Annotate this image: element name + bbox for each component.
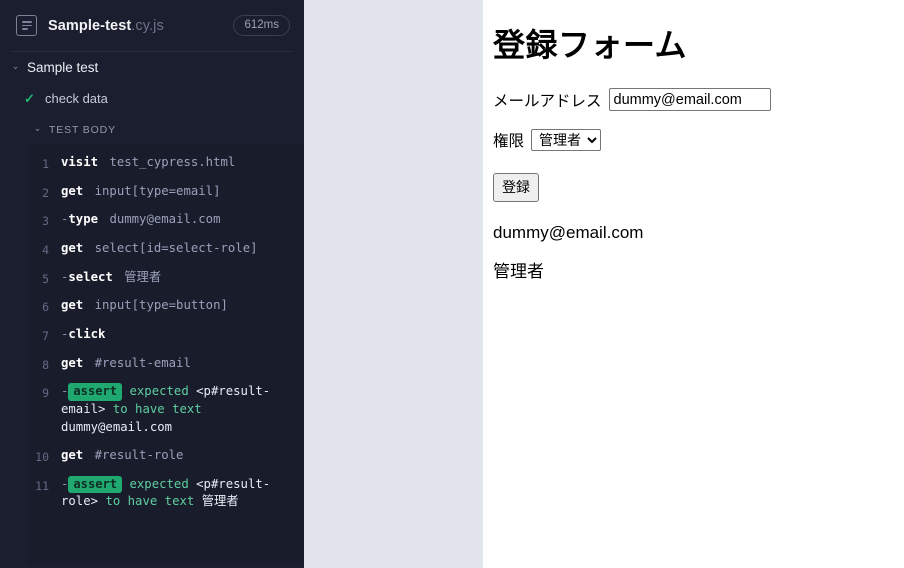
result-role-text: 管理者 xyxy=(493,262,544,282)
chevron-down-icon[interactable]: ⌄ xyxy=(10,62,21,71)
command-row[interactable]: 11 - assert expected <p#result-role> to ha… xyxy=(27,471,304,517)
command-message: input[type=button] xyxy=(94,298,228,313)
command-row[interactable]: 3 -type dummy@email.com xyxy=(27,206,304,235)
command-name: get xyxy=(61,241,84,256)
spec-header: Sample-test.cy.js 612ms xyxy=(0,0,304,51)
assert-keyword-text: text xyxy=(172,402,202,417)
command-name: get xyxy=(61,298,84,313)
spec-duration-badge: 612ms xyxy=(233,15,290,36)
command-body: get input[type=email] xyxy=(61,183,224,201)
command-message: #result-email xyxy=(94,355,191,370)
command-name: click xyxy=(68,327,106,342)
spec-file-basename: Sample-test xyxy=(48,17,132,34)
page-title: 登録フォーム xyxy=(493,27,688,63)
command-number: 10 xyxy=(35,449,49,464)
command-name: get xyxy=(61,447,84,462)
suite-row-sample-test[interactable]: ⌄ Sample test xyxy=(0,52,304,83)
command-message: dummy@email.com xyxy=(109,212,221,227)
assert-keyword-expected: expected xyxy=(129,384,189,399)
viewport-gutter xyxy=(304,0,483,568)
command-message: 管理者 xyxy=(124,269,162,284)
test-label: check data xyxy=(45,91,108,106)
command-body: - assert expected <p#result-role> to have… xyxy=(61,475,294,512)
hook-row-test-body[interactable]: ⌄ TEST BODY xyxy=(0,114,304,145)
child-command-dash: - xyxy=(61,476,69,491)
command-body: -type dummy@email.com xyxy=(61,211,225,229)
command-row[interactable]: 1 visit test_cypress.html xyxy=(27,149,304,178)
command-row[interactable]: 6 get input[type=button] xyxy=(27,292,304,321)
command-body: visit test_cypress.html xyxy=(61,154,239,172)
command-number: 11 xyxy=(35,478,49,493)
role-field-row: 権限 管理者 xyxy=(493,129,896,151)
command-row[interactable]: 10 get #result-role xyxy=(27,442,304,471)
test-row-check-data[interactable]: ✓ check data xyxy=(0,83,304,114)
command-number: 2 xyxy=(42,185,49,200)
suite-label: Sample test xyxy=(27,60,99,75)
assert-badge: assert xyxy=(68,475,123,493)
command-body: get #result-role xyxy=(61,447,187,465)
app-under-test-preview: 登録フォーム メールアドレス 権限 管理者 登録 dummy@email.com… xyxy=(483,0,904,568)
spec-file-extension: .cy.js xyxy=(131,17,164,34)
email-field-label: メールアドレス xyxy=(493,92,602,110)
command-number: 9 xyxy=(42,386,49,401)
check-passed-icon: ✓ xyxy=(24,91,35,106)
assert-expected-value: dummy@email.com xyxy=(61,420,173,435)
command-number: 6 xyxy=(42,300,49,315)
assert-keyword-to-have: to have xyxy=(112,402,165,417)
command-body: get #result-email xyxy=(61,355,195,373)
command-name: visit xyxy=(61,155,99,169)
command-list: 1 visit test_cypress.html 2 get input[type=… xyxy=(27,145,304,565)
assert-badge: assert xyxy=(68,383,123,401)
command-body: -select 管理者 xyxy=(61,269,165,287)
command-number: 5 xyxy=(42,271,49,286)
command-message: test_cypress.html xyxy=(109,155,236,169)
command-message: #result-role xyxy=(94,447,184,462)
command-row[interactable]: 7 -click xyxy=(27,321,304,350)
assert-expected-value: 管理者 xyxy=(201,494,239,509)
command-name: get xyxy=(61,183,84,198)
file-document-icon xyxy=(16,15,37,36)
command-message: select[id=select-role] xyxy=(94,241,258,256)
assert-keyword-expected: expected xyxy=(129,476,189,491)
chevron-down-icon[interactable]: ⌄ xyxy=(32,124,43,133)
command-row[interactable]: 9 - assert expected <p#result-email> to ha… xyxy=(27,378,304,441)
assert-keyword-text: text xyxy=(164,494,195,509)
command-name: type xyxy=(68,212,99,227)
command-row[interactable]: 4 get select[id=select-role] xyxy=(27,235,304,264)
role-field-label: 権限 xyxy=(493,133,525,150)
child-command-dash: - xyxy=(61,384,69,399)
assert-keyword-to-have: to have xyxy=(105,494,158,509)
submit-button[interactable]: 登録 xyxy=(493,173,539,202)
result-email-text: dummy@email.com xyxy=(493,223,644,242)
cypress-command-log-panel: Sample-test.cy.js 612ms ⌄ Sample test ✓ … xyxy=(0,0,304,568)
command-number: 3 xyxy=(42,214,49,229)
command-body: - assert expected <p#result-email> to hav… xyxy=(61,383,294,436)
command-body: get select[id=select-role] xyxy=(61,240,262,258)
email-input[interactable] xyxy=(608,88,771,111)
command-row[interactable]: 2 get input[type=email] xyxy=(27,178,304,207)
command-number: 8 xyxy=(42,357,49,372)
command-body: -click xyxy=(61,326,109,344)
hook-label: TEST BODY xyxy=(49,123,116,136)
command-number: 7 xyxy=(42,329,49,344)
command-body: get input[type=button] xyxy=(61,297,232,315)
command-row[interactable]: 5 -select 管理者 xyxy=(27,264,304,293)
command-message: input[type=email] xyxy=(94,183,221,198)
command-name: select xyxy=(68,269,113,284)
role-select[interactable]: 管理者 xyxy=(531,129,602,151)
email-field-row: メールアドレス xyxy=(493,88,896,111)
command-number: 1 xyxy=(42,157,49,171)
spec-file-name: Sample-test.cy.js xyxy=(48,18,164,34)
command-number: 4 xyxy=(42,243,49,258)
command-name: get xyxy=(61,355,84,370)
command-row[interactable]: 8 get #result-email xyxy=(27,350,304,379)
